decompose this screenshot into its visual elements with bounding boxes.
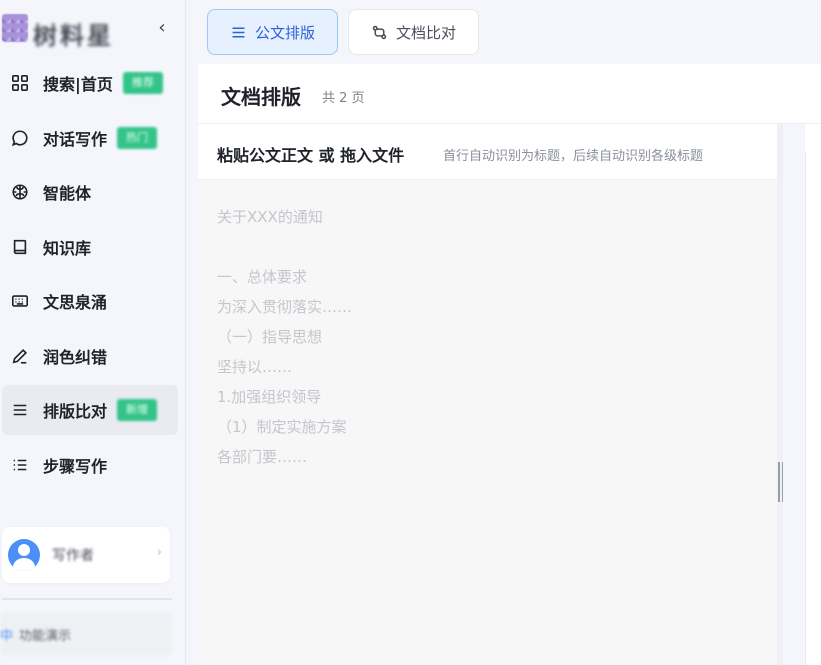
- collapse-sidebar-button[interactable]: ‹: [152, 16, 172, 40]
- sidebar-item-label: 排版比对: [43, 402, 108, 421]
- sidebar-item-agent[interactable]: 智能体: [2, 167, 178, 217]
- footer-label: 功能演示: [19, 628, 72, 644]
- menu-lines-icon: [232, 26, 245, 38]
- keyboard-icon: [9, 290, 31, 312]
- sidebar-nav: 搜索|首页 推荐 对话写作 热门 智能体 知识库 文思泉涌 润色纠错 排版比对 …: [0, 58, 186, 494]
- preview-area: [783, 124, 805, 665]
- avatar: [8, 539, 40, 571]
- page-count: 共 2 页: [322, 91, 365, 106]
- sidebar-item-chat-writing[interactable]: 对话写作 热门: [2, 113, 178, 163]
- app-name: 树料星: [33, 22, 114, 50]
- sidebar-item-inspiration[interactable]: 文思泉涌: [2, 276, 178, 326]
- user-name: 写作者: [52, 548, 94, 564]
- user-card[interactable]: 写作者 ›: [2, 527, 170, 583]
- sidebar-item-knowledge-base[interactable]: 知识库: [2, 222, 178, 272]
- editor-placeholder[interactable]: 关于XXX的通知 一、总体要求 为深入贯彻落实…… （一）指导思想 坚持以…… …: [217, 202, 737, 472]
- pen-icon: [9, 345, 31, 367]
- sidebar-item-label: 搜索|首页: [43, 75, 113, 94]
- brain-icon: [9, 181, 31, 203]
- logo-icon: [2, 14, 28, 42]
- tab-label: 公文排版: [255, 23, 316, 42]
- list-icon: [9, 454, 31, 476]
- language-icon: 中: [0, 628, 14, 644]
- divider: [2, 598, 172, 600]
- badge: 推荐: [122, 72, 163, 94]
- page-title: 文档排版: [221, 85, 301, 109]
- sidebar-item-label: 对话写作: [43, 129, 108, 149]
- tab-document-compare[interactable]: 文档比对: [348, 9, 480, 55]
- compare-icon: [372, 25, 387, 39]
- footer-item[interactable]: 中 功能演示: [0, 612, 172, 656]
- grid-icon: [9, 72, 31, 94]
- badge: 热门: [117, 126, 158, 149]
- sidebar-item-step-writing[interactable]: 步骤写作: [2, 440, 178, 490]
- sidebar-item-label: 文思泉涌: [43, 293, 108, 312]
- top-tabs: 公文排版 文档比对: [207, 9, 480, 55]
- logo-row: 树料星 ‹: [0, 10, 186, 50]
- page-header: 文档排版 共 2 页: [198, 64, 821, 124]
- text-editor[interactable]: 粘贴公文正文 或 拖入文件 首行自动识别为标题，后续自动识别各级标题 关于XXX…: [198, 124, 777, 665]
- sidebar-item-label: 步骤写作: [43, 456, 108, 476]
- sidebar-item-layout-compare[interactable]: 排版比对 新增: [2, 385, 178, 435]
- sidebar-item-label: 润色纠错: [43, 347, 108, 367]
- badge: 新增: [117, 399, 158, 421]
- chevron-right-icon: ›: [156, 545, 162, 560]
- sidebar: 树料星 ‹ 搜索|首页 推荐 对话写作 热门 智能体 知识库 文思泉涌 润色纠错…: [0, 0, 186, 665]
- sidebar-item-label: 知识库: [43, 238, 92, 258]
- main-panel: 文档排版 共 2 页 粘贴公文正文 或 拖入文件 首行自动识别为标题，后续自动识…: [198, 64, 821, 665]
- editor-header: 粘贴公文正文 或 拖入文件 首行自动识别为标题，后续自动识别各级标题: [198, 124, 777, 180]
- sidebar-item-search-home[interactable]: 搜索|首页 推荐: [2, 58, 178, 108]
- editor-hint: 首行自动识别为标题，后续自动识别各级标题: [443, 149, 704, 164]
- chat-bubble-icon: [9, 127, 31, 149]
- sidebar-item-polish[interactable]: 润色纠错: [2, 331, 178, 381]
- tab-document-layout[interactable]: 公文排版: [207, 9, 339, 55]
- menu-lines-icon: [9, 399, 31, 421]
- preview-page: [805, 152, 821, 665]
- book-icon: [9, 236, 31, 258]
- editor-title: 粘贴公文正文 或 拖入文件: [217, 146, 405, 165]
- sidebar-item-label: 智能体: [43, 184, 92, 203]
- tab-label: 文档比对: [396, 23, 457, 42]
